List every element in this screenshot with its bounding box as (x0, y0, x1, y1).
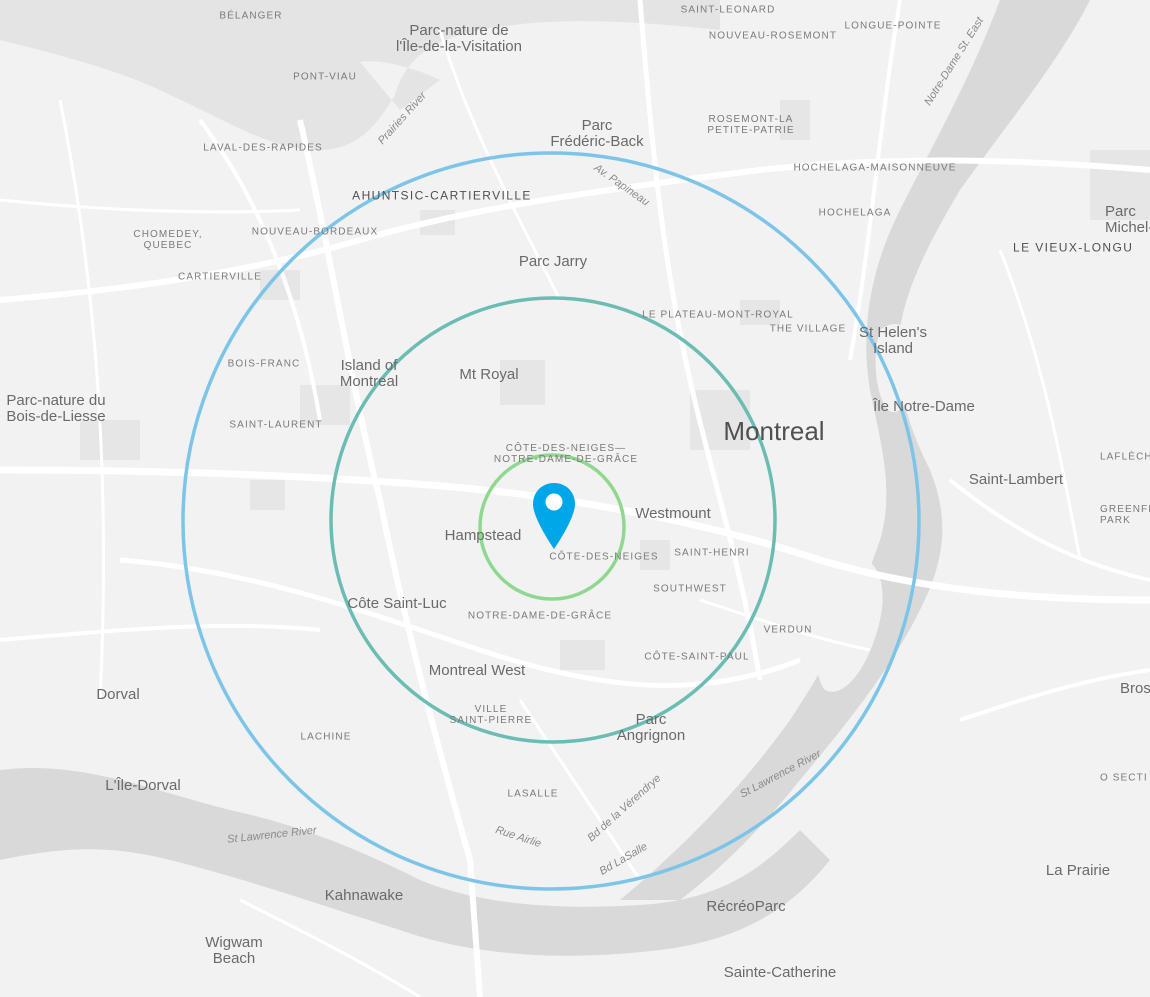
label-lachine: LACHINE (300, 731, 352, 743)
label-le-vieux-longueuil: LE VIEUX-LONGU (1013, 240, 1134, 255)
label-longue-pointe: LONGUE-POINTE (844, 20, 942, 32)
label-parc-angrignon: Parc Angrignon (616, 710, 686, 744)
label-island-of-montreal: Island of Montreal (339, 356, 399, 390)
label-montreal: Montreal (723, 415, 825, 446)
label-notre-dame-de-grace: NOTRE-DAME-DE-GRÂCE (467, 610, 613, 622)
label-rosemont: ROSEMONT-LA PETITE-PATRIE (707, 114, 795, 136)
label-parc-michel-chartrand: Parc Michel-Chart (1105, 202, 1150, 236)
label-cartierville: CARTIERVILLE (178, 271, 262, 283)
label-dorval: Dorval (96, 685, 140, 703)
label-st-helens-island: St Helen's Island (859, 323, 927, 357)
label-saint-laurent: SAINT-LAURENT (229, 419, 323, 431)
label-cote-saint-luc: Côte Saint-Luc (347, 594, 447, 612)
label-le-plateau-mont-royal: LE PLATEAU-MONT-ROYAL (642, 309, 794, 321)
label-ville-saint-pierre: VILLE SAINT-PIERRE (449, 704, 533, 726)
label-chomedey: CHOMEDEY, QUEBEC (133, 229, 203, 251)
label-saint-leonard: SAINT-LEONARD (680, 4, 776, 16)
label-la-prairie: La Prairie (1045, 861, 1111, 879)
label-parc-visitation: Parc-nature de l'Île-de-la-Visitation (396, 21, 522, 55)
label-laval-des-rapides: LAVAL-DES-RAPIDES (203, 142, 323, 154)
label-laflech: LAFLÈCH (1100, 451, 1150, 463)
label-westmount: Westmount (635, 504, 711, 522)
label-nouveau-rosemont: NOUVEAU-ROSEMONT (708, 30, 838, 42)
label-hampstead: Hampstead (444, 526, 522, 544)
label-mt-royal: Mt Royal (459, 365, 519, 383)
label-hochelaga-maisonneuve: HOCHELAGA-MAISONNEUVE (793, 162, 957, 174)
label-saint-lambert: Saint-Lambert (968, 470, 1064, 488)
label-cdn-ndg: CÔTE-DES-NEIGES— NOTRE-DAME-DE-GRÂCE (493, 443, 639, 465)
label-saint-henri: SAINT-HENRI (674, 547, 750, 559)
label-ahuntsic-cartierville: AHUNTSIC-CARTIERVILLE (352, 188, 532, 203)
label-parc-jarry: Parc Jarry (518, 252, 588, 270)
label-hochelaga: HOCHELAGA (818, 207, 892, 219)
label-belanger: BÉLANGER (219, 10, 283, 22)
label-ile-notre-dame: Île Notre-Dame (873, 397, 975, 415)
label-verdun: VERDUN (763, 624, 813, 636)
map-view[interactable]: BÉLANGER SAINT-LEONARD LONGUE-POINTE NOU… (0, 0, 1150, 997)
label-pont-viau: PONT-VIAU (293, 71, 357, 83)
label-the-village: THE VILLAGE (769, 323, 847, 335)
label-lasalle: LASALLE (507, 788, 559, 800)
location-pin-icon[interactable] (531, 481, 577, 551)
label-parc-bois-de-liesse: Parc-nature du Bois-de-Liesse (6, 391, 106, 425)
label-parc-frederic-back: Parc Frédéric-Back (550, 116, 644, 150)
label-wigwam-beach: Wigwam Beach (205, 933, 263, 967)
label-cote-saint-paul: CÔTE-SAINT-PAUL (644, 651, 750, 663)
label-l-ile-dorval: L'Île-Dorval (105, 776, 181, 794)
label-brossard: Bros (1120, 679, 1150, 697)
label-southwest: SOUTHWEST (653, 583, 727, 595)
label-kahnawake: Kahnawake (324, 886, 404, 904)
label-cote-des-neiges: CÔTE-DES-NEIGES (549, 551, 659, 563)
label-bois-franc: BOIS-FRANC (227, 358, 301, 370)
label-greenfield-park: GREENFI PARK (1100, 504, 1150, 526)
label-montreal-west: Montreal West (428, 661, 526, 679)
label-nouveau-bordeaux: NOUVEAU-BORDEAUX (251, 226, 379, 238)
label-recreoparc: RécréoParc (706, 897, 786, 915)
label-secteur: O SECTI (1100, 772, 1148, 784)
label-sainte-catherine: Sainte-Catherine (723, 963, 837, 981)
